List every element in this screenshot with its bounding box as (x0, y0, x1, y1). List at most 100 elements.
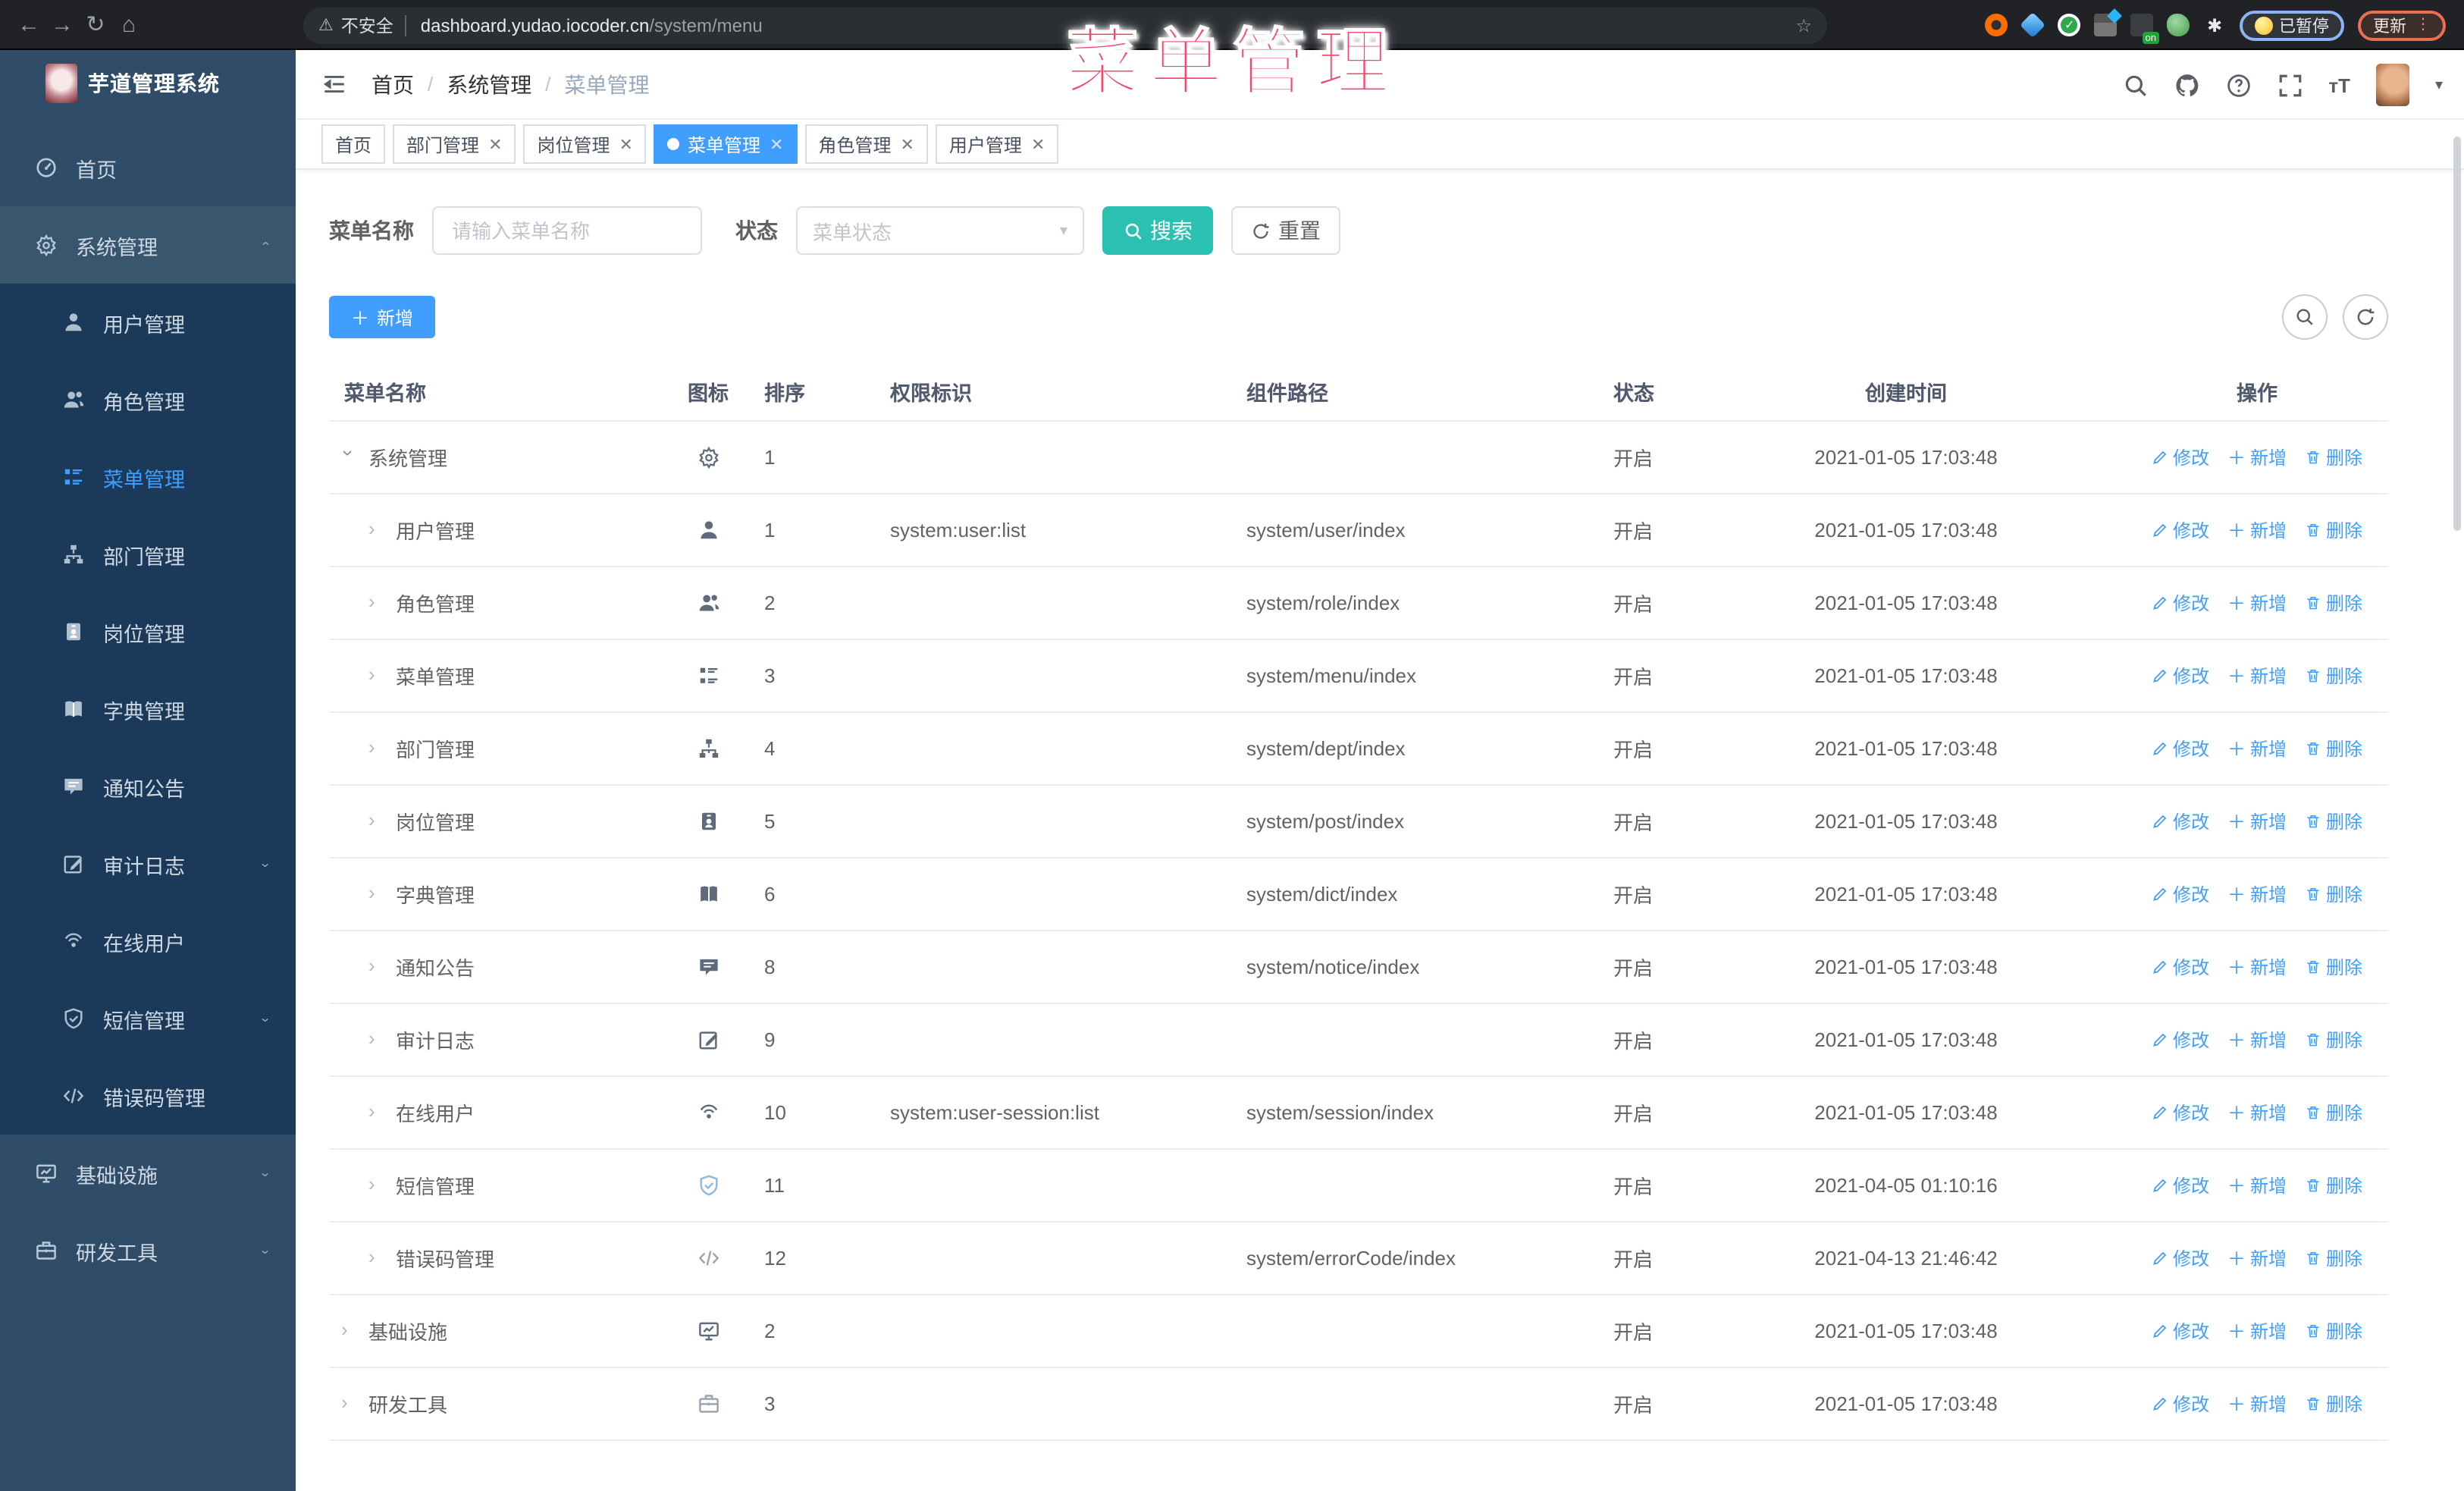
caret-down-icon[interactable]: ▾ (2435, 77, 2443, 93)
edit-link[interactable]: 修改 (2152, 1318, 2209, 1344)
add-button[interactable]: ＋新增 (329, 296, 435, 338)
delete-link[interactable]: 删除 (2305, 736, 2362, 761)
extension-orange-icon[interactable] (1985, 14, 2008, 36)
extensions-puzzle-icon[interactable]: ✱ (2203, 14, 2226, 36)
tab-close-icon[interactable]: ✕ (619, 134, 633, 154)
add-child-link[interactable]: ＋新增 (2227, 663, 2287, 689)
sidebar-item[interactable]: 首页 ⌄ (0, 129, 296, 206)
expand-caret-icon[interactable]: › (368, 881, 384, 904)
search-button[interactable]: 搜索 (1102, 206, 1213, 255)
delete-link[interactable]: 删除 (2305, 808, 2362, 834)
github-icon[interactable] (2174, 72, 2199, 98)
add-child-link[interactable]: ＋新增 (2227, 590, 2287, 616)
expand-caret-icon[interactable]: › (337, 450, 360, 465)
delete-link[interactable]: 删除 (2305, 444, 2362, 470)
extension-on-badge-icon[interactable] (2130, 14, 2159, 44)
sidebar-item[interactable]: 基础设施 ⌄ (0, 1135, 296, 1212)
expand-caret-icon[interactable]: › (368, 1245, 384, 1268)
edit-link[interactable]: 修改 (2152, 590, 2209, 616)
add-child-link[interactable]: ＋新增 (2227, 1245, 2287, 1271)
font-size-icon[interactable]: ᴛT (2328, 74, 2350, 96)
add-child-link[interactable]: ＋新增 (2227, 1172, 2287, 1198)
edit-link[interactable]: 修改 (2152, 663, 2209, 689)
edit-link[interactable]: 修改 (2152, 1100, 2209, 1125)
status-select[interactable]: 菜单状态 ▾ (796, 206, 1084, 255)
expand-caret-icon[interactable]: › (368, 954, 384, 977)
delete-link[interactable]: 删除 (2305, 663, 2362, 689)
expand-caret-icon[interactable]: › (341, 1318, 356, 1341)
add-child-link[interactable]: ＋新增 (2227, 444, 2287, 470)
expand-caret-icon[interactable]: › (368, 736, 384, 758)
edit-link[interactable]: 修改 (2152, 1391, 2209, 1417)
extension-squares-icon[interactable] (2094, 14, 2117, 36)
app-logo[interactable]: 芋道管理系统 (0, 50, 296, 117)
home-icon[interactable]: ⌂ (112, 11, 146, 37)
sidebar-item[interactable]: 字典管理 ⌄ (0, 670, 296, 748)
view-tab[interactable]: 菜单管理 ✕ (654, 124, 798, 164)
delete-link[interactable]: 删除 (2305, 517, 2362, 543)
scrollbar-thumb[interactable] (2453, 137, 2461, 531)
add-child-link[interactable]: ＋新增 (2227, 1100, 2287, 1125)
delete-link[interactable]: 删除 (2305, 1318, 2362, 1344)
paused-badge[interactable]: 已暂停 (2240, 10, 2344, 40)
expand-caret-icon[interactable]: › (368, 663, 384, 686)
expand-caret-icon[interactable]: › (368, 590, 384, 613)
edit-link[interactable]: 修改 (2152, 517, 2209, 543)
add-child-link[interactable]: ＋新增 (2227, 1391, 2287, 1417)
add-child-link[interactable]: ＋新增 (2227, 808, 2287, 834)
search-icon[interactable] (2122, 72, 2148, 98)
tab-close-icon[interactable]: ✕ (1031, 134, 1045, 154)
add-child-link[interactable]: ＋新增 (2227, 1027, 2287, 1053)
view-tab[interactable]: 岗位管理 ✕ (523, 124, 647, 164)
edit-link[interactable]: 修改 (2152, 444, 2209, 470)
sidebar-collapse-icon[interactable] (321, 71, 347, 97)
add-child-link[interactable]: ＋新增 (2227, 517, 2287, 543)
sidebar-item[interactable]: 菜单管理 ⌄ (0, 438, 296, 516)
sidebar-item[interactable]: 短信管理 ⌄ (0, 980, 296, 1057)
view-tab[interactable]: 首页 ✕ (321, 124, 386, 164)
sidebar-item[interactable]: 研发工具 ⌄ (0, 1212, 296, 1289)
sidebar-item[interactable]: 审计日志 ⌄ (0, 825, 296, 902)
bookmark-star-icon[interactable]: ☆ (1795, 14, 1812, 36)
update-badge[interactable]: 更新 ⋮ (2358, 10, 2446, 40)
delete-link[interactable]: 删除 (2305, 1172, 2362, 1198)
delete-link[interactable]: 删除 (2305, 1027, 2362, 1053)
tab-close-icon[interactable]: ✕ (900, 134, 914, 154)
sidebar-item[interactable]: 通知公告 ⌄ (0, 748, 296, 825)
delete-link[interactable]: 删除 (2305, 1245, 2362, 1271)
edit-link[interactable]: 修改 (2152, 881, 2209, 907)
delete-link[interactable]: 删除 (2305, 881, 2362, 907)
expand-caret-icon[interactable]: › (368, 1100, 384, 1122)
extension-animal-icon[interactable] (2167, 14, 2190, 36)
sidebar-item[interactable]: 岗位管理 ⌄ (0, 593, 296, 670)
address-bar[interactable]: ⚠ 不安全 dashboard.yudao.iocoder.cn/system/… (303, 7, 1827, 43)
edit-link[interactable]: 修改 (2152, 736, 2209, 761)
expand-caret-icon[interactable]: › (368, 1172, 384, 1195)
add-child-link[interactable]: ＋新增 (2227, 881, 2287, 907)
extension-gem-icon[interactable] (2020, 12, 2045, 38)
expand-caret-icon[interactable]: › (368, 1027, 384, 1050)
help-icon[interactable] (2225, 72, 2251, 98)
refresh-table-button[interactable] (2343, 294, 2388, 340)
edit-link[interactable]: 修改 (2152, 954, 2209, 980)
view-tab[interactable]: 用户管理 ✕ (935, 124, 1059, 164)
back-icon[interactable]: ← (12, 11, 45, 37)
edit-link[interactable]: 修改 (2152, 1172, 2209, 1198)
toggle-search-button[interactable] (2282, 294, 2328, 340)
tab-close-icon[interactable]: ✕ (488, 134, 502, 154)
reset-button[interactable]: 重置 (1231, 206, 1340, 255)
forward-icon[interactable]: → (45, 11, 79, 37)
fullscreen-icon[interactable] (2277, 72, 2303, 98)
edit-link[interactable]: 修改 (2152, 808, 2209, 834)
edit-link[interactable]: 修改 (2152, 1245, 2209, 1271)
view-tab[interactable]: 角色管理 ✕ (804, 124, 928, 164)
sidebar-item[interactable]: 错误码管理 ⌄ (0, 1057, 296, 1135)
delete-link[interactable]: 删除 (2305, 1100, 2362, 1125)
edit-link[interactable]: 修改 (2152, 1027, 2209, 1053)
delete-link[interactable]: 删除 (2305, 1391, 2362, 1417)
breadcrumb-system[interactable]: 系统管理 (447, 69, 531, 99)
sidebar-item[interactable]: 用户管理 ⌄ (0, 284, 296, 361)
sidebar-item[interactable]: 在线用户 ⌄ (0, 902, 296, 980)
sidebar-item[interactable]: 系统管理 ⌄ (0, 206, 296, 284)
delete-link[interactable]: 删除 (2305, 954, 2362, 980)
